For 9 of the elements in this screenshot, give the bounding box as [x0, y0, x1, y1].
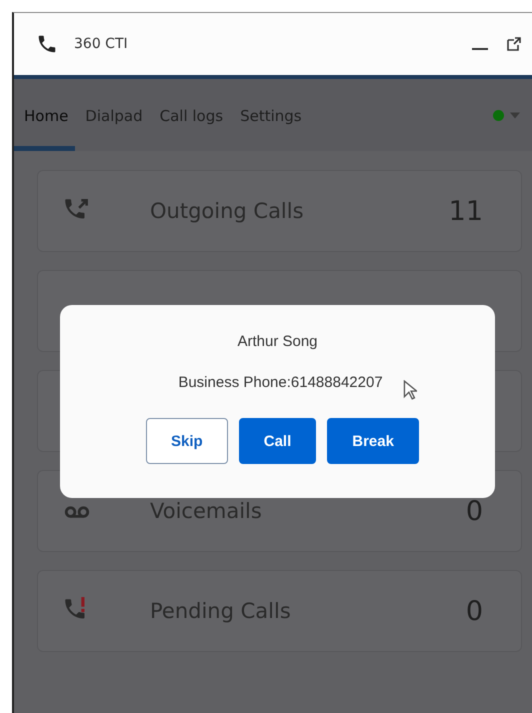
call-count: 11: [448, 196, 483, 226]
call-count: 0: [466, 596, 483, 626]
window-title: 360 CTI: [74, 36, 128, 52]
card-label: Voicemails: [150, 499, 262, 523]
card-label: Pending Calls: [150, 599, 291, 623]
card-label: Outgoing Calls: [150, 199, 304, 223]
contact-phone: Business Phone:61488842207: [178, 374, 383, 391]
call-count: 0: [466, 496, 483, 526]
contact-name: Arthur Song: [237, 333, 318, 350]
